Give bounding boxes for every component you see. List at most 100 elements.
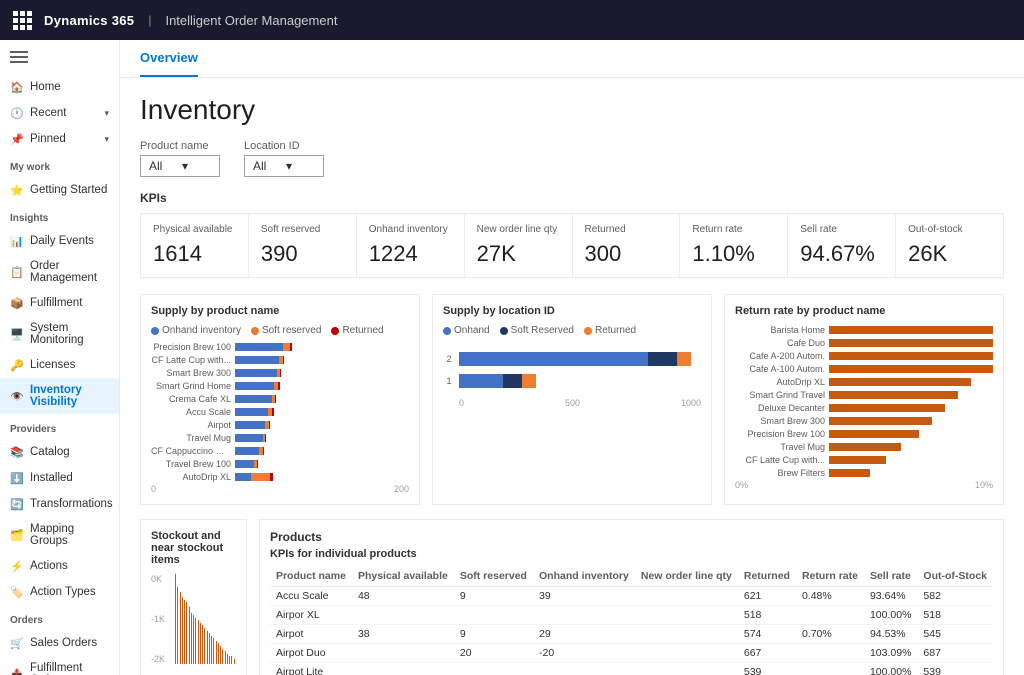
table-cell [796, 606, 864, 625]
soft-dot [251, 327, 259, 335]
sidebar-item-actions[interactable]: ⚡ Actions [0, 553, 119, 579]
table-cell: Airpot [270, 625, 352, 644]
bar-segments [235, 408, 409, 416]
getting-started-icon: ⭐ [10, 183, 24, 197]
kpi-name: New order line qty [477, 224, 560, 235]
return-rate-bars: Barista Home Cafe Duo Cafe A-200 Autom. … [735, 325, 993, 478]
table-column-header: Onhand inventory [533, 566, 635, 587]
system-monitoring-icon: 🖥️ [10, 327, 24, 341]
table-cell: -20 [533, 644, 635, 663]
grid-icon[interactable] [10, 8, 34, 32]
orders-section-label: Orders [0, 605, 119, 630]
supply-location-legend: Onhand Soft Reserved Returned [443, 325, 701, 336]
kpi-value: 94.67% [800, 241, 883, 267]
topbar: Dynamics 365 | Intelligent Order Managem… [0, 0, 1024, 40]
kpi-value: 390 [261, 241, 344, 267]
supply-product-title: Supply by product name [151, 305, 409, 317]
tab-overview[interactable]: Overview [140, 40, 198, 77]
return-row: Cafe A-100 Autom. [735, 364, 993, 374]
location-id-value: All [253, 159, 282, 173]
table-row: Airpor XL518100.00%518 [270, 606, 993, 625]
returned-bar [275, 395, 276, 403]
table-row: Accu Scale489396210.48%93.64%582 [270, 587, 993, 606]
sidebar-item-transformations[interactable]: 🔄 Transformations [0, 491, 119, 517]
table-cell: 94.53% [864, 625, 917, 644]
bar-row: Airpot [151, 420, 409, 430]
sidebar-item-recent[interactable]: 🕐 Recent ▾ [0, 100, 119, 126]
bar-row: CF Cappuccino Cu... [151, 446, 409, 456]
returned-dot [331, 327, 339, 335]
table-cell: 545 [917, 625, 993, 644]
bar-label: Airpot [151, 420, 231, 430]
bottom-row: Stockout and near stockout items 0K -1K … [140, 519, 1004, 675]
bar-segments [235, 395, 409, 403]
products-title: Products [270, 530, 993, 544]
bar-row: Smart Brew 300 [151, 368, 409, 378]
bar-row: CF Latte Cup with... [151, 355, 409, 365]
transformations-icon: 🔄 [10, 497, 24, 511]
return-bar-fill [829, 443, 901, 451]
products-card: Products KPIs for individual products Pr… [259, 519, 1004, 675]
table-column-header: New order line qty [635, 566, 738, 587]
table-cell [635, 663, 738, 675]
returned-bar [257, 460, 258, 468]
return-row: CF Latte Cup with... [735, 455, 993, 465]
insights-section-label: Insights [0, 203, 119, 228]
products-table-wrap[interactable]: Product namePhysical availableSoft reser… [270, 566, 993, 675]
location-id-label: Location ID [244, 140, 324, 152]
table-cell [635, 625, 738, 644]
sidebar-item-system-monitoring[interactable]: 🖥️ System Monitoring [0, 316, 119, 352]
sidebar-item-licenses[interactable]: 🔑 Licenses [0, 352, 119, 378]
location-bar-row: 2 [443, 352, 701, 366]
sidebar-daily-events-label: Daily Events [30, 235, 94, 247]
hamburger-button[interactable] [0, 40, 119, 74]
location-id-select[interactable]: All ▾ [244, 155, 324, 177]
return-label: Brew Filters [735, 468, 825, 478]
return-bar-fill [829, 417, 932, 425]
return-row: Smart Grind Travel [735, 390, 993, 400]
sidebar-item-home[interactable]: 🏠 Home [0, 74, 119, 100]
sidebar-item-getting-started[interactable]: ⭐ Getting Started [0, 177, 119, 203]
return-bar-fill [829, 391, 958, 399]
products-subtitle: KPIs for individual products [270, 548, 993, 560]
table-cell: 100.00% [864, 663, 917, 675]
supply-location-title: Supply by location ID [443, 305, 701, 317]
sidebar-item-order-management[interactable]: 📋 Order Management [0, 254, 119, 290]
table-cell: Airpot Lite [270, 663, 352, 675]
sidebar-item-fulfillment[interactable]: 📦 Fulfillment [0, 290, 119, 316]
bar-segments [235, 343, 409, 351]
returned-bar [283, 356, 284, 364]
onhand-loc-label: Onhand [454, 325, 490, 336]
providers-section-label: Providers [0, 414, 119, 439]
table-cell: Accu Scale [270, 587, 352, 606]
table-cell: 539 [738, 663, 796, 675]
sidebar-system-monitoring-label: System Monitoring [30, 322, 109, 346]
sidebar-item-inventory-visibility[interactable]: 👁️ Inventory Visibility [0, 378, 119, 414]
table-cell: Airpot Duo [270, 644, 352, 663]
sidebar-item-sales-orders[interactable]: 🛒 Sales Orders [0, 630, 119, 656]
location-axis: 0 500 1000 [443, 398, 701, 408]
returned-bar [270, 473, 273, 481]
sidebar-item-mapping-groups[interactable]: 🗂️ Mapping Groups [0, 517, 119, 553]
sidebar-item-daily-events[interactable]: 📊 Daily Events [0, 228, 119, 254]
table-cell: 621 [738, 587, 796, 606]
sidebar-item-action-types[interactable]: 🏷️ Action Types [0, 579, 119, 605]
location-id-filter: Location ID All ▾ [244, 140, 324, 177]
return-label: Smart Grind Travel [735, 390, 825, 400]
onhand-bar [235, 408, 268, 416]
sidebar-item-catalog[interactable]: 📚 Catalog [0, 439, 119, 465]
sidebar: 🏠 Home 🕐 Recent ▾ 📌 Pinned ▾ My work ⭐ G… [0, 40, 120, 675]
table-column-header: Out-of-Stock [917, 566, 993, 587]
catalog-icon: 📚 [10, 445, 24, 459]
table-column-header: Physical available [352, 566, 454, 587]
table-cell: 539 [917, 663, 993, 675]
onhand-bar [235, 447, 259, 455]
table-cell: 667 [738, 644, 796, 663]
sidebar-item-fulfillment-orders[interactable]: 📤 Fulfillment Orders [0, 656, 119, 675]
table-cell [635, 606, 738, 625]
sidebar-item-installed[interactable]: ⬇️ Installed [0, 465, 119, 491]
table-cell: 20 [454, 644, 533, 663]
sidebar-item-pinned[interactable]: 📌 Pinned ▾ [0, 126, 119, 152]
recent-icon: 🕐 [10, 106, 24, 120]
product-name-select[interactable]: All ▾ [140, 155, 220, 177]
